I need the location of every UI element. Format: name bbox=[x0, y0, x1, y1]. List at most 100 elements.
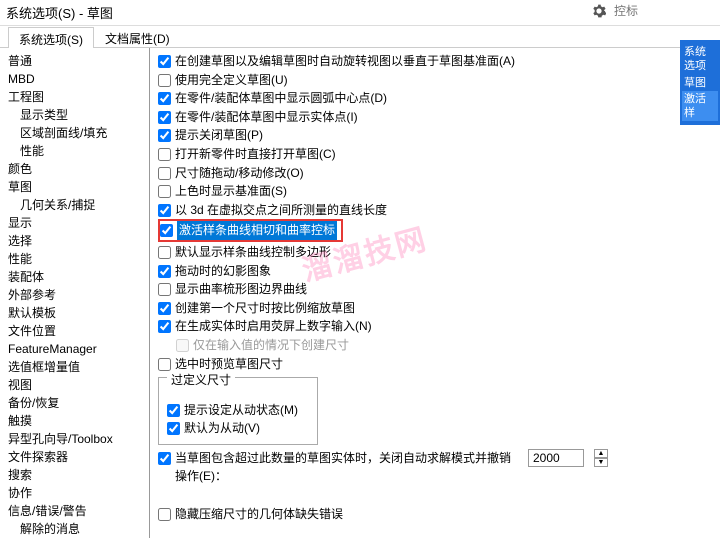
option-row: 提示关闭草图(P) bbox=[158, 126, 712, 145]
option-checkbox[interactable] bbox=[158, 55, 171, 68]
option-row: 使用完全定义草图(U) bbox=[158, 71, 712, 90]
option-row: 在零件/装配体草图中显示圆弧中心点(D) bbox=[158, 89, 712, 108]
gear-icon bbox=[592, 4, 606, 18]
tree-item[interactable]: 协作 bbox=[8, 484, 147, 502]
option-row: 上色时显示基准面(S) bbox=[158, 182, 712, 201]
tree-item[interactable]: 视图 bbox=[8, 376, 147, 394]
tree-item[interactable]: 外部参考 bbox=[8, 286, 147, 304]
option-label: 提示设定从动状态(M) bbox=[184, 401, 298, 420]
option-label: 默认为从动(V) bbox=[184, 419, 260, 438]
tree-item[interactable]: 文件探索器 bbox=[8, 448, 147, 466]
tree-item[interactable]: 显示类型 bbox=[8, 106, 147, 124]
tree-item[interactable]: 几何关系/捕捉 bbox=[8, 196, 147, 214]
option-row: 选中时预览草图尺寸 bbox=[158, 355, 712, 374]
option-checkbox[interactable] bbox=[158, 358, 171, 371]
option-label: 在生成实体时启用荧屏上数字输入(N) bbox=[175, 317, 372, 336]
tree-item[interactable]: 装配体 bbox=[8, 268, 147, 286]
option-checkbox[interactable] bbox=[158, 452, 171, 465]
option-label: 提示关闭草图(P) bbox=[175, 126, 263, 145]
option-label: 选中时预览草图尺寸 bbox=[175, 355, 283, 374]
option-row: 当草图包含超过此数量的草图实体时，关闭自动求解模式并撤销操作(E)： bbox=[158, 449, 518, 486]
option-label: 在零件/装配体草图中显示圆弧中心点(D) bbox=[175, 89, 387, 108]
override-dims-fieldset: 过定义尺寸提示设定从动状态(M)默认为从动(V) bbox=[158, 377, 318, 445]
option-checkbox[interactable] bbox=[158, 167, 171, 180]
option-row: 在生成实体时启用荧屏上数字输入(N) bbox=[158, 317, 712, 336]
threshold-row: 当草图包含超过此数量的草图实体时，关闭自动求解模式并撤销操作(E)： ▲▼ bbox=[158, 449, 712, 486]
option-checkbox[interactable] bbox=[167, 404, 180, 417]
fieldset-legend: 过定义尺寸 bbox=[167, 373, 235, 387]
option-checkbox[interactable] bbox=[158, 92, 171, 105]
tab-bar: 系统选项(S)文档属性(D) bbox=[0, 26, 720, 48]
spin-up-icon[interactable]: ▲ bbox=[594, 449, 608, 458]
tree-item[interactable]: 显示 bbox=[8, 214, 147, 232]
option-row: 仅在输入值的情况下创建尺寸 bbox=[158, 336, 712, 355]
tree-item[interactable]: 选择 bbox=[8, 232, 147, 250]
spin-down-icon[interactable]: ▼ bbox=[594, 458, 608, 467]
option-checkbox[interactable] bbox=[158, 508, 171, 521]
option-label: 上色时显示基准面(S) bbox=[175, 182, 287, 201]
tree-item[interactable]: 信息/错误/警告 bbox=[8, 502, 147, 520]
option-checkbox[interactable] bbox=[158, 246, 171, 259]
option-row: 默认为从动(V) bbox=[167, 419, 309, 438]
side-hint-line: 激活样 bbox=[682, 91, 718, 122]
side-hint-panel: 系统选项 草图 激活样 bbox=[680, 40, 720, 125]
spin-buttons: ▲▼ bbox=[594, 449, 608, 467]
tree-item[interactable]: 文件位置 bbox=[8, 322, 147, 340]
option-checkbox[interactable] bbox=[158, 283, 171, 296]
option-checkbox[interactable] bbox=[158, 320, 171, 333]
option-label: 拖动时的幻影图象 bbox=[175, 262, 271, 281]
category-tree: 普通MBD工程图显示类型区域剖面线/填充性能颜色草图几何关系/捕捉显示选择性能装… bbox=[0, 48, 150, 538]
tree-item[interactable]: 普通 bbox=[8, 52, 147, 70]
search-input[interactable] bbox=[610, 2, 710, 20]
option-checkbox[interactable] bbox=[158, 185, 171, 198]
option-checkbox[interactable] bbox=[167, 422, 180, 435]
side-hint-line: 草图 bbox=[682, 75, 718, 91]
option-label: 使用完全定义草图(U) bbox=[175, 71, 288, 90]
tree-item[interactable]: 默认模板 bbox=[8, 304, 147, 322]
tree-item[interactable]: 工程图 bbox=[8, 88, 147, 106]
option-checkbox[interactable] bbox=[158, 74, 171, 87]
tree-item[interactable]: 性能 bbox=[8, 142, 147, 160]
tree-item[interactable]: 草图 bbox=[8, 178, 147, 196]
option-label: 显示曲率梳形图边界曲线 bbox=[175, 280, 307, 299]
option-label: 默认显示样条曲线控制多边形 bbox=[175, 243, 331, 262]
tree-item[interactable]: 性能 bbox=[8, 250, 147, 268]
tree-item[interactable]: 异型孔向导/Toolbox bbox=[8, 430, 147, 448]
option-label: 仅在输入值的情况下创建尺寸 bbox=[193, 336, 349, 355]
option-label: 创建第一个尺寸时按比例缩放草图 bbox=[175, 299, 355, 318]
tab[interactable]: 系统选项(S) bbox=[8, 27, 94, 48]
option-checkbox[interactable] bbox=[158, 148, 171, 161]
option-label: 在零件/装配体草图中显示实体点(I) bbox=[175, 108, 358, 127]
option-row: 拖动时的幻影图象 bbox=[158, 262, 712, 281]
tree-item[interactable]: 区域剖面线/填充 bbox=[8, 124, 147, 142]
tree-item[interactable]: 解除的消息 bbox=[8, 520, 147, 538]
option-checkbox[interactable] bbox=[158, 265, 171, 278]
option-label: 在创建草图以及编辑草图时自动旋转视图以垂直于草图基准面(A) bbox=[175, 52, 515, 71]
option-label: 当草图包含超过此数量的草图实体时，关闭自动求解模式并撤销操作(E)： bbox=[175, 449, 518, 486]
tree-item[interactable]: 搜索 bbox=[8, 466, 147, 484]
option-row: 以 3d 在虚拟交点之间所测量的直线长度 bbox=[158, 201, 712, 220]
option-row: 提示设定从动状态(M) bbox=[167, 401, 309, 420]
option-row: 打开新零件时直接打开草图(C) bbox=[158, 145, 712, 164]
option-checkbox[interactable] bbox=[158, 302, 171, 315]
option-label: 尺寸随拖动/移动修改(O) bbox=[175, 164, 304, 183]
option-label: 激活样条曲线相切和曲率控标 bbox=[177, 221, 337, 240]
option-row: 在创建草图以及编辑草图时自动旋转视图以垂直于草图基准面(A) bbox=[158, 52, 712, 71]
tree-item[interactable]: 备份/恢复 bbox=[8, 394, 147, 412]
side-hint-line: 系统选项 bbox=[682, 44, 718, 75]
option-checkbox[interactable] bbox=[160, 224, 173, 237]
tab[interactable]: 文档属性(D) bbox=[94, 26, 181, 47]
tree-item[interactable]: MBD bbox=[8, 70, 147, 88]
tree-item[interactable]: FeatureManager bbox=[8, 340, 147, 358]
option-checkbox[interactable] bbox=[158, 111, 171, 124]
tree-item[interactable]: 触摸 bbox=[8, 412, 147, 430]
option-row: 显示曲率梳形图边界曲线 bbox=[158, 280, 712, 299]
option-row: 在零件/装配体草图中显示实体点(I) bbox=[158, 108, 712, 127]
tree-item[interactable]: 颜色 bbox=[8, 160, 147, 178]
option-row: 默认显示样条曲线控制多边形 bbox=[158, 243, 712, 262]
tree-item[interactable]: 选值框增量值 bbox=[8, 358, 147, 376]
option-checkbox[interactable] bbox=[158, 129, 171, 142]
option-checkbox[interactable] bbox=[158, 204, 171, 217]
threshold-input[interactable] bbox=[528, 449, 584, 467]
option-row: 创建第一个尺寸时按比例缩放草图 bbox=[158, 299, 712, 318]
